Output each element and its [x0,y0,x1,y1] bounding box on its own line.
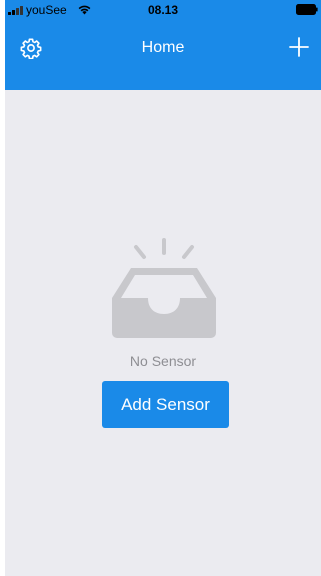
add-button[interactable] [285,33,313,61]
navigation-bar: Home [5,20,321,90]
inbox-icon [112,238,216,338]
app-screen: youSee 08.13 Home No Sensor Add Sensor [5,0,321,576]
add-sensor-button[interactable]: Add Sensor [102,381,229,428]
status-time: 08.13 [147,3,179,17]
empty-state-message: No Sensor [129,353,197,369]
plus-icon [289,37,309,57]
status-bar: youSee 08.13 [5,0,321,20]
battery-icon [296,4,318,15]
page-title: Home [141,39,185,56]
